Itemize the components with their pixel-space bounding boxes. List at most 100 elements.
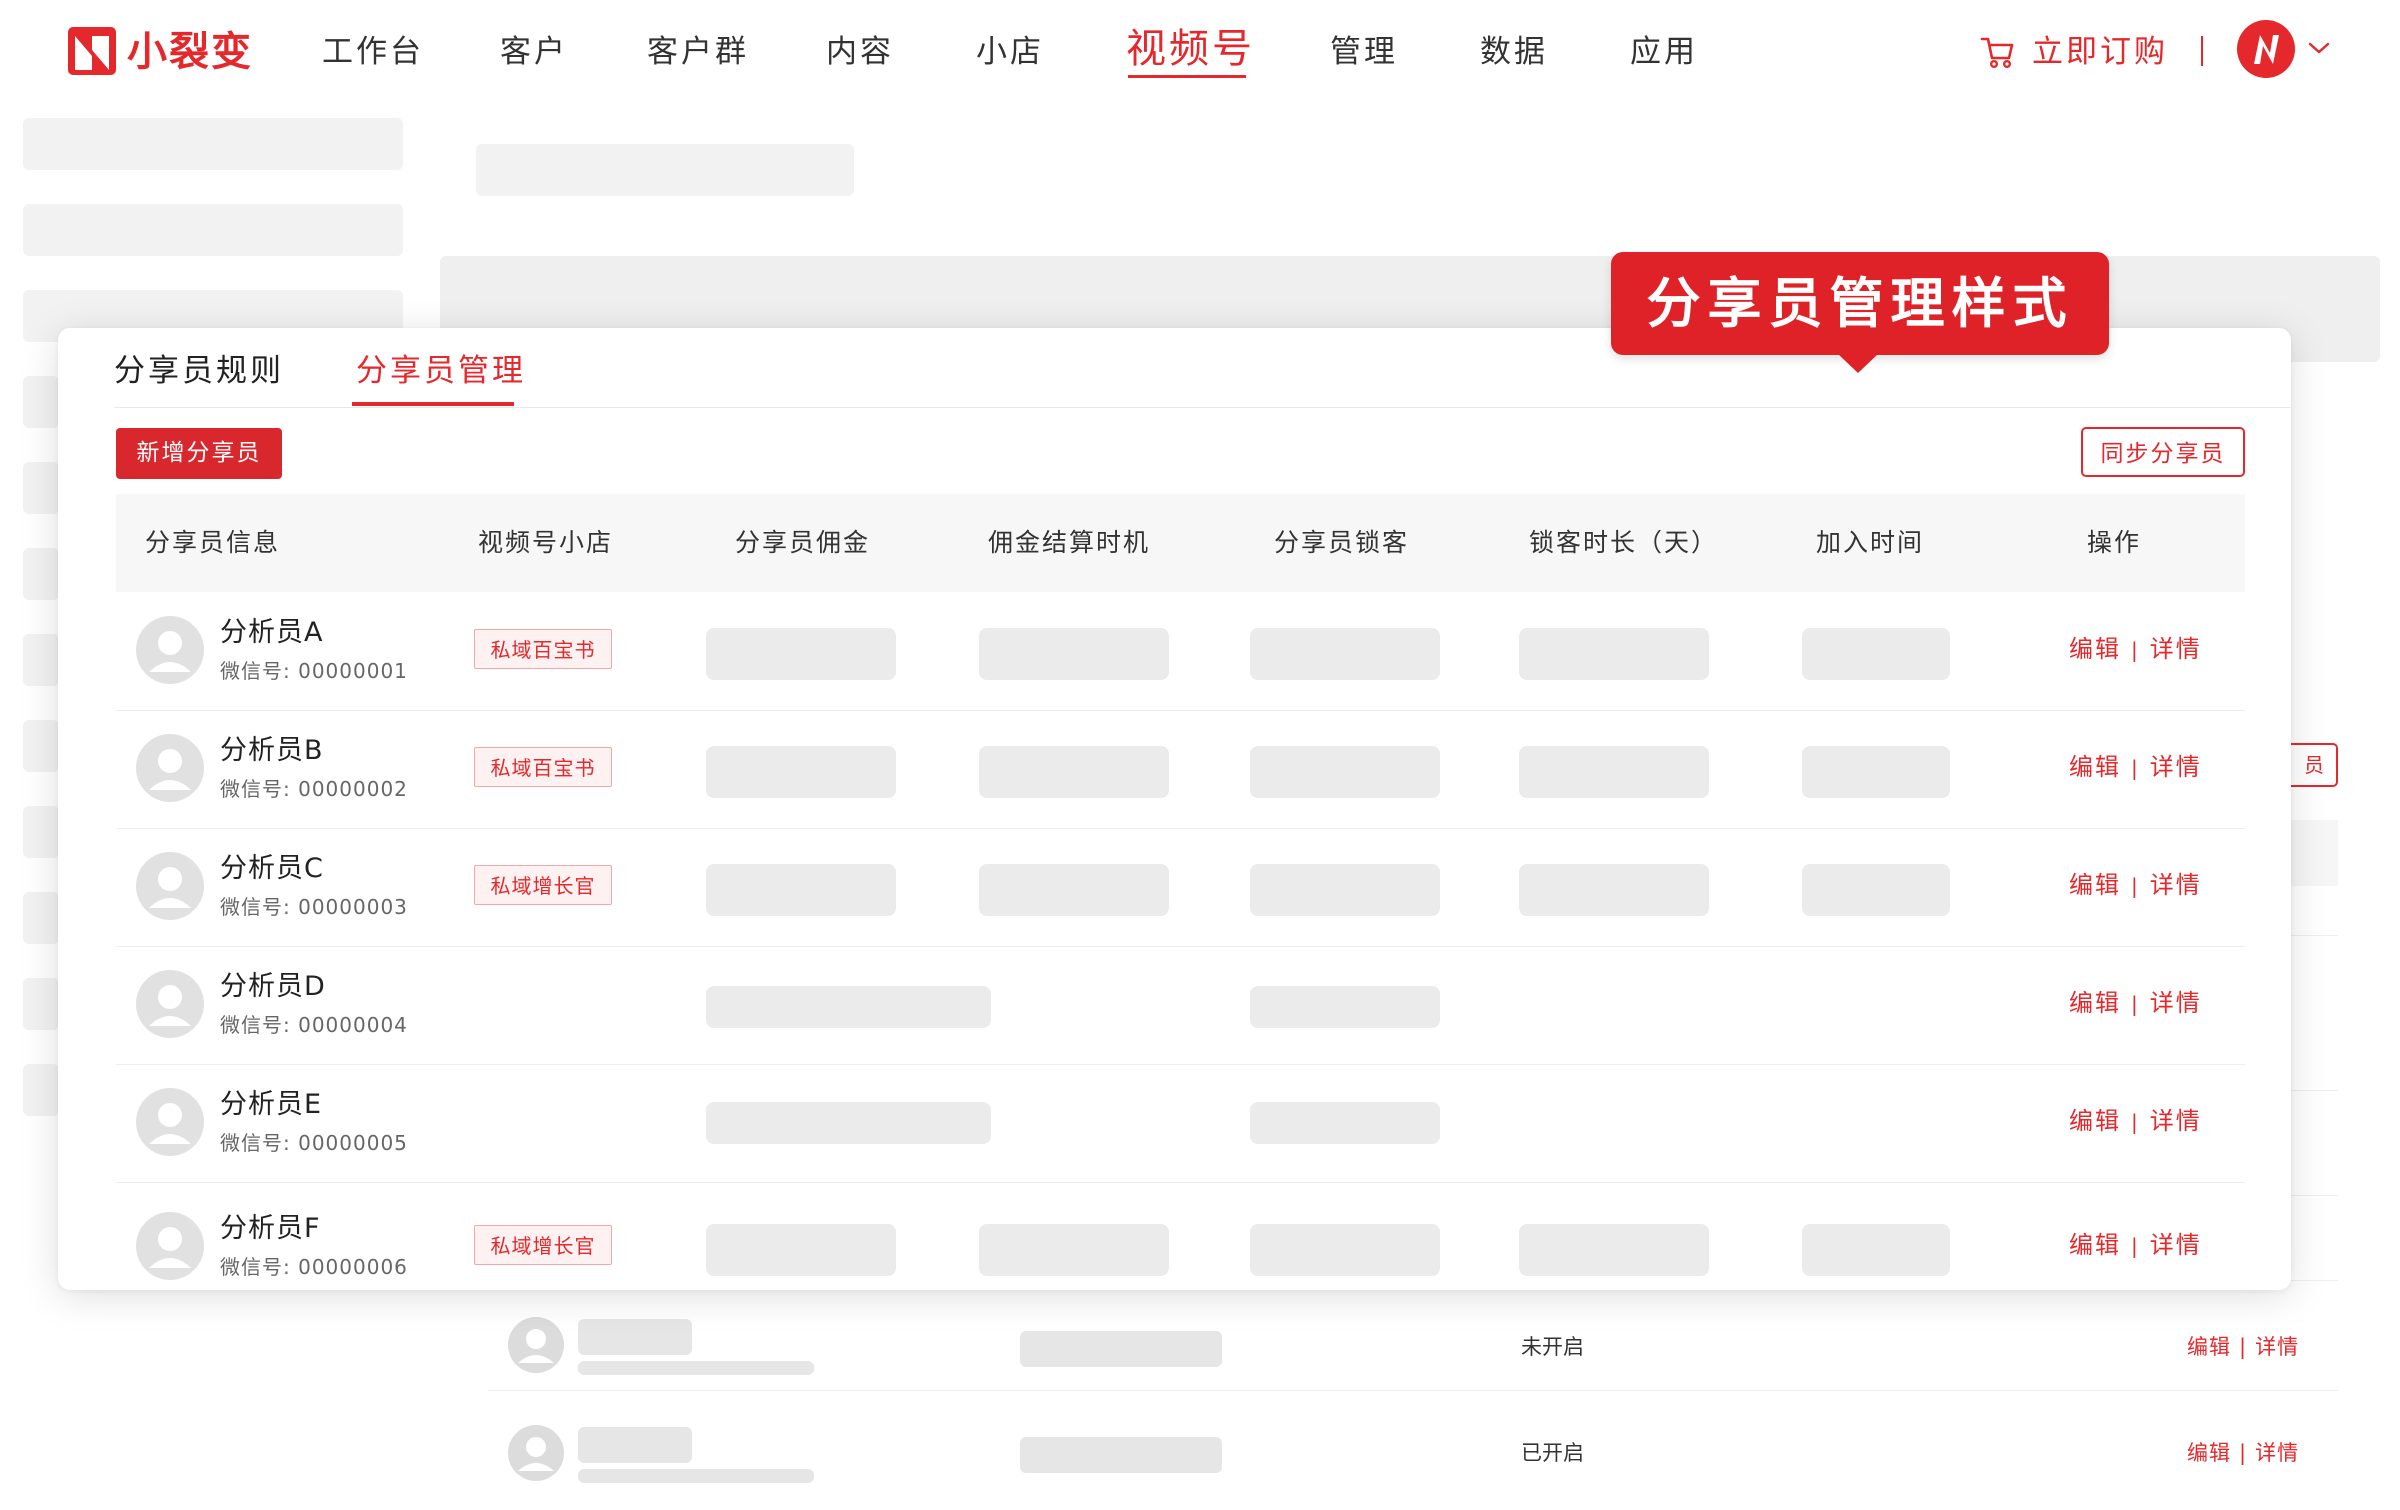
sidebar-skeleton	[23, 634, 59, 686]
brand-name[interactable]: 小裂变	[127, 26, 253, 78]
lock-placeholder	[1250, 746, 1440, 798]
lock-placeholder	[1250, 1224, 1440, 1276]
sharer-name: 分析员F	[220, 1213, 321, 1244]
join-time-placeholder	[1802, 1224, 1950, 1276]
table-row: 分析员E 微信号: 00000005 编辑 | 详情	[116, 1064, 2245, 1183]
sidebar-skeleton	[23, 720, 59, 772]
row-actions: 编辑 | 详情	[2069, 866, 2202, 905]
commission-placeholder	[706, 1102, 991, 1144]
order-now-link[interactable]: 立即订购	[2032, 30, 2168, 74]
settlement-placeholder	[979, 628, 1169, 680]
edit-link[interactable]: 编辑	[2069, 635, 2121, 663]
sidebar-skeleton	[23, 204, 403, 256]
join-time-placeholder	[1802, 864, 1950, 916]
action-separator: |	[2131, 1110, 2140, 1134]
shop-tag: 私域百宝书	[474, 629, 612, 669]
avatar	[508, 1425, 564, 1481]
nav-item-shop[interactable]: 小店	[976, 30, 1044, 74]
table-row: 分析员A 微信号: 00000001 私域百宝书 编辑 | 详情	[116, 592, 2245, 711]
commission-placeholder	[706, 746, 896, 798]
sidebar-skeleton	[23, 892, 59, 944]
edit-link[interactable]: 编辑	[2069, 1107, 2121, 1135]
row-actions: 编辑 | 详情	[2069, 984, 2202, 1023]
action-separator: |	[2131, 1234, 2140, 1258]
title-skeleton	[476, 144, 854, 196]
sharer-name: 分析员B	[220, 735, 324, 766]
commission-placeholder	[706, 986, 991, 1028]
feature-callout: 分享员管理样式	[1611, 252, 2109, 355]
detail-link[interactable]: 详情	[2150, 989, 2202, 1017]
detail-link[interactable]: 详情	[2150, 753, 2202, 781]
sidebar-skeleton	[23, 462, 59, 514]
wechat-id: 微信号: 00000003	[220, 895, 408, 919]
edit-link[interactable]: 编辑	[2069, 871, 2121, 899]
wechat-id: 微信号: 00000001	[220, 659, 408, 683]
edit-link[interactable]: 编辑	[2187, 1441, 2231, 1465]
action-separator: |	[2131, 756, 2140, 780]
column-header-video-shop: 视频号小店	[478, 528, 614, 557]
user-avatar[interactable]	[2237, 20, 2295, 78]
name-skeleton	[578, 1427, 692, 1463]
column-header-settlement-timing: 佣金结算时机	[988, 528, 1151, 557]
detail-link[interactable]: 详情	[2150, 1107, 2202, 1135]
wechat-id: 微信号: 00000006	[220, 1255, 408, 1279]
action-separator: |	[2239, 1335, 2248, 1359]
sync-sharers-button[interactable]: 同步分享员	[2081, 427, 2245, 477]
id-skeleton	[578, 1469, 814, 1483]
name-skeleton	[578, 1319, 692, 1355]
join-time-placeholder	[1802, 746, 1950, 798]
column-header-join-time: 加入时间	[1816, 528, 1925, 557]
row-actions: 编辑 | 详情	[2187, 1331, 2299, 1361]
nav-item-data[interactable]: 数据	[1480, 30, 1548, 74]
table-row: 分析员F 微信号: 00000006 私域增长官 编辑 | 详情	[116, 1182, 2245, 1290]
settlement-placeholder	[979, 864, 1169, 916]
cart-icon[interactable]	[1980, 34, 2016, 70]
duration-placeholder	[1519, 864, 1709, 916]
tab-divider	[114, 407, 2291, 408]
table-row: 分析员C 微信号: 00000003 私域增长官 编辑 | 详情	[116, 828, 2245, 947]
column-header-actions: 操作	[2087, 528, 2142, 557]
detail-link[interactable]: 详情	[2150, 635, 2202, 663]
lock-placeholder	[1250, 986, 1440, 1028]
detail-link[interactable]: 详情	[2255, 1441, 2299, 1465]
detail-link[interactable]: 详情	[2150, 1231, 2202, 1259]
shop-tag: 私域增长官	[474, 865, 612, 905]
nav-item-management[interactable]: 管理	[1330, 30, 1398, 74]
chevron-down-icon[interactable]	[2306, 38, 2332, 58]
tab-sharer-rules[interactable]: 分享员规则	[114, 348, 284, 394]
nav-item-workbench[interactable]: 工作台	[322, 30, 424, 74]
avatar	[136, 1212, 204, 1280]
table-row: 分析员B 微信号: 00000002 私域百宝书 编辑 | 详情	[116, 710, 2245, 829]
detail-link[interactable]: 详情	[2255, 1335, 2299, 1359]
add-sharer-button[interactable]: 新增分享员	[116, 428, 282, 479]
join-time-placeholder	[1802, 628, 1950, 680]
edit-link[interactable]: 编辑	[2069, 989, 2121, 1017]
status-text: 未开启	[1521, 1335, 1584, 1359]
tab-sharer-management[interactable]: 分享员管理	[356, 348, 526, 394]
commission-placeholder	[706, 1224, 896, 1276]
commission-placeholder	[706, 628, 896, 680]
sharer-name: 分析员D	[220, 971, 326, 1002]
background-row-line	[2290, 935, 2338, 936]
sidebar-skeleton	[23, 118, 403, 170]
background-row-skeleton	[2290, 820, 2338, 886]
brand-logo-icon[interactable]	[68, 27, 116, 75]
detail-link[interactable]: 详情	[2150, 871, 2202, 899]
nav-item-customer-groups[interactable]: 客户群	[647, 30, 749, 74]
nav-item-video-channel[interactable]: 视频号	[1126, 22, 1255, 76]
row-actions: 编辑 | 详情	[2069, 748, 2202, 787]
sharer-name: 分析员A	[220, 617, 324, 648]
edit-link[interactable]: 编辑	[2187, 1335, 2231, 1359]
nav-item-content[interactable]: 内容	[826, 30, 894, 74]
top-navigation-bar: 小裂变 工作台 客户 客户群 内容 小店 视频号 管理 数据 应用 立即订购	[0, 0, 2400, 110]
action-separator: |	[2131, 992, 2140, 1016]
commission-placeholder	[706, 864, 896, 916]
nav-item-apps[interactable]: 应用	[1630, 30, 1698, 74]
edit-link[interactable]: 编辑	[2069, 753, 2121, 781]
wechat-id: 微信号: 00000004	[220, 1013, 408, 1037]
wechat-id: 微信号: 00000002	[220, 777, 408, 801]
edit-link[interactable]: 编辑	[2069, 1231, 2121, 1259]
value-skeleton	[1020, 1331, 1222, 1367]
row-actions: 编辑 | 详情	[2069, 1226, 2202, 1265]
nav-item-customers[interactable]: 客户	[500, 30, 568, 74]
